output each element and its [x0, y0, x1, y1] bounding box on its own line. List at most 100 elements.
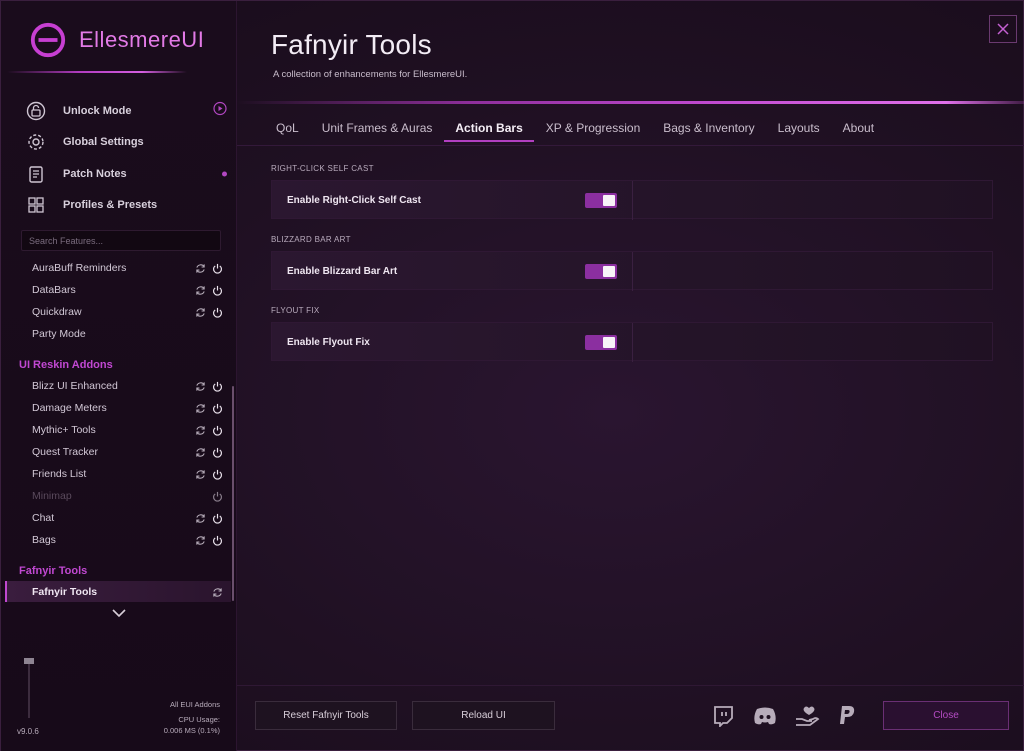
module-row[interactable]: Quickdraw: [5, 301, 231, 323]
unlock-icon: [25, 100, 47, 122]
refresh-icon[interactable]: [195, 403, 206, 414]
gear-icon: [25, 131, 47, 153]
notification-dot: [222, 171, 227, 177]
cpu-usage-block: All EUI Addons CPU Usage: 0.006 MS (0.1%…: [164, 699, 220, 736]
refresh-icon[interactable]: [195, 307, 206, 318]
module-label: Chat: [32, 512, 55, 524]
main-nav: Unlock Mode Global Settings Patch Notes: [25, 95, 229, 221]
close-button[interactable]: Close: [883, 701, 1009, 730]
nav-global-settings[interactable]: Global Settings: [25, 127, 229, 159]
sidebar-scrollbar[interactable]: [232, 386, 234, 601]
discord-icon[interactable]: [751, 705, 779, 727]
refresh-icon[interactable]: [195, 513, 206, 524]
refresh-icon[interactable]: [212, 587, 223, 598]
module-label: AuraBuff Reminders: [32, 262, 127, 274]
power-icon[interactable]: [212, 403, 223, 414]
section-heading: BLIZZARD BAR ART: [271, 235, 351, 244]
module-row[interactable]: Blizz UI Enhanced: [5, 375, 231, 397]
refresh-icon[interactable]: [195, 447, 206, 458]
reload-ui-button[interactable]: Reload UI: [412, 701, 555, 730]
volume-slider[interactable]: [24, 658, 34, 718]
section-heading: RIGHT-CLICK SELF CAST: [271, 164, 374, 173]
sidebar: EllesmereUI Unlock Mode Global Settings: [1, 1, 237, 751]
grid-icon: [25, 194, 47, 216]
chevron-down-icon[interactable]: [111, 607, 127, 619]
module-row[interactable]: DataBars: [5, 279, 231, 301]
power-icon[interactable]: [212, 285, 223, 296]
power-icon[interactable]: [212, 535, 223, 546]
tab-action-bars[interactable]: Action Bars: [444, 115, 535, 142]
module-row[interactable]: Chat: [5, 507, 231, 529]
toggle-right-click-self-cast[interactable]: [585, 193, 617, 208]
section-heading: FLYOUT FIX: [271, 306, 320, 315]
refresh-icon[interactable]: [195, 285, 206, 296]
brand-divider: [7, 71, 187, 73]
module-row[interactable]: AuraBuff Reminders: [5, 257, 231, 279]
nav-patch-notes[interactable]: Patch Notes: [25, 158, 229, 190]
power-icon[interactable]: [212, 491, 223, 502]
option-row-blizzard-bar-art: Enable Blizzard Bar Art: [271, 251, 993, 291]
refresh-icon[interactable]: [195, 263, 206, 274]
module-label: Friends List: [32, 468, 87, 480]
module-row[interactable]: Minimap: [5, 485, 231, 507]
power-icon[interactable]: [212, 307, 223, 318]
close-icon: [997, 23, 1009, 35]
header-divider: [237, 101, 1024, 104]
module-label: Bags: [32, 534, 56, 546]
nav-label: Global Settings: [63, 136, 144, 149]
refresh-icon[interactable]: [195, 381, 206, 392]
module-label: Quest Tracker: [32, 446, 98, 458]
twitch-icon[interactable]: [711, 705, 735, 727]
module-row[interactable]: Bags: [5, 529, 231, 551]
option-label: Enable Blizzard Bar Art: [287, 266, 398, 277]
tab-layouts[interactable]: Layouts: [767, 115, 831, 142]
paypal-icon[interactable]: [835, 705, 859, 727]
power-icon[interactable]: [212, 447, 223, 458]
toggle-blizzard-bar-art[interactable]: [585, 264, 617, 279]
tab-divider: [237, 145, 1024, 146]
tab-qol[interactable]: QoL: [265, 115, 310, 142]
power-icon[interactable]: [212, 381, 223, 392]
version-label: v9.0.6: [17, 727, 39, 736]
tab-about[interactable]: About: [832, 115, 885, 142]
module-row-active[interactable]: Fafnyir Tools: [5, 581, 231, 602]
tab-bags-inventory[interactable]: Bags & Inventory: [652, 115, 765, 142]
module-label: Mythic+ Tools: [32, 424, 96, 436]
option-row-right-click-self-cast: Enable Right-Click Self Cast: [271, 180, 993, 220]
search-features-input[interactable]: [21, 230, 221, 251]
play-circle-icon: [213, 101, 227, 120]
option-label: Enable Flyout Fix: [287, 337, 370, 348]
group-heading-ui-reskin: UI Reskin Addons: [5, 345, 231, 375]
toggle-flyout-fix[interactable]: [585, 335, 617, 350]
nav-unlock-mode[interactable]: Unlock Mode: [25, 95, 229, 127]
option-label: Enable Right-Click Self Cast: [287, 195, 421, 206]
module-row[interactable]: Friends List: [5, 463, 231, 485]
refresh-icon[interactable]: [195, 425, 206, 436]
power-icon[interactable]: [212, 469, 223, 480]
module-label: Blizz UI Enhanced: [32, 380, 118, 392]
brand-name: EllesmereUI: [79, 27, 205, 52]
ellesmere-logo-icon: [30, 22, 66, 58]
nav-label: Unlock Mode: [63, 104, 132, 117]
module-row[interactable]: Quest Tracker: [5, 441, 231, 463]
power-icon[interactable]: [212, 425, 223, 436]
module-label: Party Mode: [32, 328, 86, 340]
all-addons-label: All EUI Addons: [169, 700, 220, 709]
donate-icon[interactable]: [793, 705, 821, 727]
refresh-icon[interactable]: [195, 469, 206, 480]
module-row[interactable]: Mythic+ Tools: [5, 419, 231, 441]
module-row[interactable]: Damage Meters: [5, 397, 231, 419]
module-list: AuraBuff Reminders DataBars Quickdraw Pa…: [5, 257, 231, 602]
window-close-button[interactable]: [989, 15, 1017, 43]
module-label: Quickdraw: [32, 306, 82, 318]
module-row[interactable]: Party Mode: [5, 323, 231, 345]
reset-fafnyir-tools-button[interactable]: Reset Fafnyir Tools: [255, 701, 397, 730]
power-icon[interactable]: [212, 513, 223, 524]
page-title: Fafnyir Tools: [271, 29, 432, 60]
tab-xp-progression[interactable]: XP & Progression: [535, 115, 652, 142]
refresh-icon[interactable]: [195, 535, 206, 546]
power-icon[interactable]: [212, 263, 223, 274]
tab-unit-frames-auras[interactable]: Unit Frames & Auras: [311, 115, 444, 142]
module-label: Damage Meters: [32, 402, 107, 414]
nav-profiles-presets[interactable]: Profiles & Presets: [25, 190, 229, 222]
